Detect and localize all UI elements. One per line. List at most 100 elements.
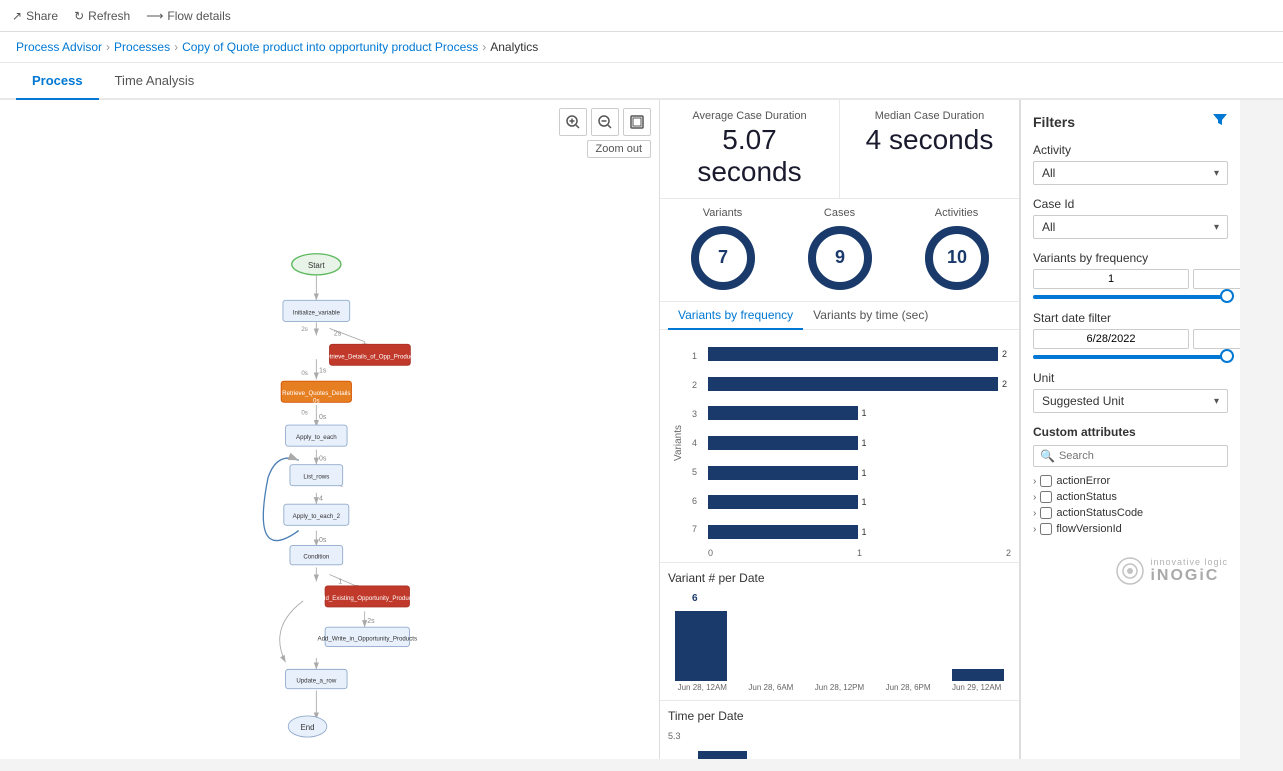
svg-text:Update_a_row: Update_a_row [296,678,337,685]
unit-filter-value: Suggested Unit [1042,394,1124,408]
y-tick-7: 7 [692,524,700,534]
flow-icon: ⟶ [146,9,163,23]
start-date-from-input[interactable] [1033,329,1189,349]
bar-val-1: 2 [1002,349,1007,359]
svg-text:10: 10 [946,247,966,267]
date-bar-val-6: 6 [692,593,756,604]
unit-filter-select[interactable]: Suggested Unit ▾ [1033,389,1228,413]
variant-per-date-title: Variant # per Date [668,571,1011,585]
svg-text:0s: 0s [319,537,327,544]
breadcrumb-item-1[interactable]: Processes [114,40,170,54]
tab-time-analysis[interactable]: Time Analysis [99,63,211,100]
tab-bar: Process Time Analysis [0,63,1283,100]
variants-freq-label: Variants by frequency [1033,251,1228,265]
case-id-filter-label: Case Id [1033,197,1228,211]
date-x-labels: Jun 28, 12AM Jun 28, 6AM Jun 28, 12PM Ju… [668,683,1011,692]
svg-text:2s: 2s [334,330,342,337]
start-date-slider-fill [1033,355,1228,359]
variants-bar-chart: Variants 1 2 3 4 5 6 7 2 [660,330,1019,563]
custom-attributes-section: Custom attributes 🔍 › actionError › acti… [1033,425,1228,537]
variants-freq-filter-group: Variants by frequency [1033,251,1228,299]
date-bar-col-0 [668,611,733,681]
svg-text:0s: 0s [313,397,320,404]
y-tick-2: 2 [692,380,700,390]
svg-text:2s: 2s [301,326,308,333]
metrics-row: Average Case Duration 5.07 seconds Media… [660,100,1019,199]
zoom-out-button[interactable] [591,108,619,136]
variants-freq-min-input[interactable] [1033,269,1189,289]
svg-text:Start: Start [308,261,325,270]
start-date-range [1033,329,1228,349]
top-bar: ↗ Share ↻ Refresh ⟶ Flow details [0,0,1283,32]
process-toolbar: Zoom out [559,108,651,158]
case-id-filter-select[interactable]: All ▾ [1033,215,1228,239]
case-id-chevron-icon: ▾ [1214,222,1219,233]
attr-checkbox-flowVersionId[interactable] [1040,523,1052,535]
bar-val-6: 1 [862,497,867,507]
bar-row-3: 1 [708,401,1007,425]
breadcrumb-sep-2: › [482,40,486,54]
median-duration-value: 4 seconds [856,124,1003,156]
date-bar-col-4 [946,669,1011,681]
breadcrumb-sep-1: › [174,40,178,54]
bar-val-2: 2 [1002,379,1007,389]
svg-text:1: 1 [338,578,342,585]
cases-donut-svg: 9 [805,223,875,293]
fit-button[interactable] [623,108,651,136]
attr-chevron-1[interactable]: › [1033,492,1036,503]
variants-freq-max-input[interactable] [1193,269,1240,289]
bar-val-7: 1 [862,527,867,537]
date-x-label-0: Jun 28, 12AM [668,683,737,692]
cases-donut: Cases 9 [805,207,875,293]
zoom-in-button[interactable] [559,108,587,136]
activity-filter-value: All [1042,166,1055,180]
share-button[interactable]: ↗ Share [12,9,58,23]
variants-freq-slider-thumb[interactable] [1220,289,1234,303]
x-tick-1: 1 [809,548,910,558]
attr-chevron-0[interactable]: › [1033,476,1036,487]
flow-details-button[interactable]: ⟶ Flow details [146,9,231,23]
start-date-to-input[interactable] [1193,329,1240,349]
activity-chevron-icon: ▾ [1214,168,1219,179]
zoom-out-label-button[interactable]: Zoom out [587,140,651,158]
analytics-panel: Average Case Duration 5.07 seconds Media… [660,100,1020,759]
chart-tabs: Variants by frequency Variants by time (… [660,302,1019,330]
attr-chevron-3[interactable]: › [1033,524,1036,535]
tab-variants-time[interactable]: Variants by time (sec) [803,302,938,330]
attr-label-actionStatus: actionStatus [1056,491,1117,503]
breadcrumb-item-3: Analytics [490,40,538,54]
tab-process[interactable]: Process [16,63,99,100]
avg-duration-value: 5.07 seconds [676,124,823,188]
svg-text:0s: 0s [301,370,308,377]
attr-checkbox-actionError[interactable] [1040,475,1052,487]
y-tick-3: 3 [692,409,700,419]
tab-variants-frequency[interactable]: Variants by frequency [668,302,803,330]
attr-checkbox-actionStatus[interactable] [1040,491,1052,503]
start-date-slider-track [1033,355,1228,359]
bar-row-1: 2 [708,342,1007,366]
activities-donut-svg: 10 [922,223,992,293]
svg-text:0s: 0s [319,455,327,462]
attr-item-actionStatusCode: › actionStatusCode [1033,505,1228,521]
refresh-button[interactable]: ↻ Refresh [74,9,130,23]
custom-attrs-search-input[interactable] [1059,450,1221,462]
search-icon: 🔍 [1040,449,1055,463]
avg-duration-box: Average Case Duration 5.07 seconds [660,100,840,198]
attr-chevron-2[interactable]: › [1033,508,1036,519]
svg-text:7: 7 [717,247,727,267]
bar-5 [708,466,858,480]
x-tick-2: 2 [910,548,1011,558]
activity-filter-select[interactable]: All ▾ [1033,161,1228,185]
custom-attrs-search-box[interactable]: 🔍 [1033,445,1228,467]
svg-text:4: 4 [319,496,323,503]
y-tick-5: 5 [692,467,700,477]
attr-label-actionError: actionError [1056,475,1110,487]
breadcrumb-item-0[interactable]: Process Advisor [16,40,102,54]
breadcrumb-item-2[interactable]: Copy of Quote product into opportunity p… [182,40,478,54]
cases-label: Cases [824,207,855,219]
attr-checkbox-actionStatusCode[interactable] [1040,507,1052,519]
svg-text:Retrieve_Details_of_Opp_Produc: Retrieve_Details_of_Opp_Products [322,353,418,360]
start-date-slider-thumb[interactable] [1220,349,1234,363]
unit-filter-group: Unit Suggested Unit ▾ [1033,371,1228,413]
time-y-5-3: 5.3 [668,731,688,741]
